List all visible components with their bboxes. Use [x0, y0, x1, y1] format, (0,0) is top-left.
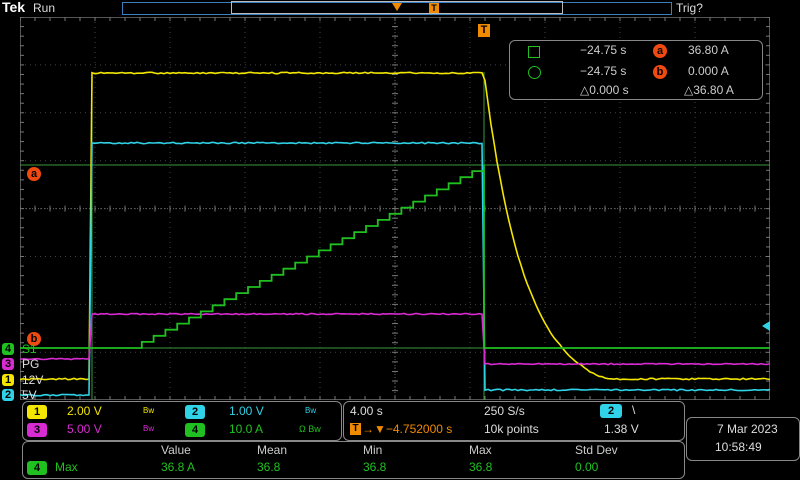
channel-1-label: 12V	[22, 373, 43, 387]
cursor-delta-value: △36.80 A	[684, 83, 734, 97]
cursor-a-readout-badge: a	[653, 44, 667, 58]
cursor-square-icon	[528, 46, 540, 58]
meas-header-stddev: Std Dev	[575, 443, 618, 457]
meas-header-max: Max	[469, 443, 492, 457]
channel-3-badge[interactable]: 3	[27, 423, 47, 437]
trigger-marker-top: T	[429, 3, 439, 13]
meas-min: 36.8	[363, 460, 386, 474]
channel-3-label: PG	[22, 357, 39, 371]
meas-source-badge: 4	[27, 461, 47, 475]
measurement-table[interactable]: Value Mean Min Max Std Dev 4 Max 36.8 A …	[22, 441, 685, 479]
meas-header-value: Value	[161, 443, 191, 457]
channel-3-bw: Bw	[143, 424, 154, 433]
meas-type: Max	[55, 460, 78, 474]
trigger-slope-icon: \	[632, 403, 635, 417]
cursor-b-value: 0.000 A	[688, 64, 729, 78]
channel-2-label: 5V	[22, 388, 37, 402]
brand-logo: Tek	[2, 0, 25, 15]
cursor-a-badge[interactable]: a	[27, 167, 41, 181]
horizontal-delay: →▼−4.752000 s	[362, 422, 452, 436]
channel-4-label: S1	[22, 342, 37, 356]
channel-1-ground-marker[interactable]: 1	[2, 374, 14, 386]
channel-2-ground-marker[interactable]: 2	[2, 389, 14, 401]
time: 10:58:49	[715, 440, 762, 454]
channel-1-badge[interactable]: 1	[27, 405, 47, 419]
trigger-level: 1.38 V	[604, 422, 639, 436]
delay-trigger-icon: T	[350, 423, 361, 435]
channel-4-ground-marker[interactable]: 4	[2, 343, 14, 355]
datetime-panel: 7 Mar 2023 10:58:49	[686, 417, 800, 461]
meas-stddev: 0.00	[575, 460, 598, 474]
channel-4-badge[interactable]: 4	[185, 423, 205, 437]
meas-mean: 36.8	[257, 460, 280, 474]
cursor-2-time: −24.75 s	[580, 64, 626, 78]
meas-header-min: Min	[363, 443, 382, 457]
trigger-time-marker[interactable]: T	[478, 24, 490, 37]
acquisition-status: Run	[33, 1, 55, 15]
channel-1-scale: 2.00 V	[67, 404, 102, 418]
top-status-bar: Tek Run T Trig?	[0, 0, 800, 16]
meas-max: 36.8	[469, 460, 492, 474]
cursor-1-time: −24.75 s	[580, 43, 626, 57]
trigger-position-icon	[390, 2, 404, 13]
time-per-division: 4.00 s	[350, 404, 383, 418]
record-length: 10k points	[484, 422, 539, 436]
trigger-level-arrow-icon[interactable]	[760, 320, 772, 332]
vertical-settings-panel[interactable]: 1 2.00 V Bw 2 1.00 V Bw 3 5.00 V Bw 4 10…	[22, 401, 342, 441]
cursor-readout-panel[interactable]: −24.75 s a 36.80 A −24.75 s b 0.000 A △0…	[509, 40, 763, 100]
sample-rate: 250 S/s	[484, 404, 525, 418]
cursor-delta-time: △0.000 s	[580, 83, 629, 97]
trigger-source-badge[interactable]: 2	[600, 404, 622, 418]
trigger-status: Trig?	[676, 1, 703, 15]
channel-2-badge[interactable]: 2	[185, 405, 205, 419]
channel-2-bw: Bw	[305, 406, 316, 415]
channel-2-scale: 1.00 V	[229, 404, 264, 418]
channel-4-bw: Ω Bw	[299, 424, 321, 434]
channel-3-scale: 5.00 V	[67, 422, 102, 436]
horizontal-trigger-panel[interactable]: 4.00 s 250 S/s 2 \ T →▼−4.752000 s 10k p…	[343, 401, 685, 441]
cursor-b-readout-badge: b	[653, 65, 667, 79]
channel-1-bw: Bw	[143, 406, 154, 415]
meas-header-mean: Mean	[257, 443, 287, 457]
date: 7 Mar 2023	[717, 422, 778, 436]
cursor-circle-icon	[528, 66, 541, 79]
channel-3-ground-marker[interactable]: 3	[2, 358, 14, 370]
table-row[interactable]: 4 Max 36.8 A 36.8 36.8 36.8 0.00	[23, 459, 684, 477]
cursor-a-value: 36.80 A	[688, 43, 729, 57]
meas-value: 36.8 A	[161, 460, 195, 474]
channel-4-scale: 10.0 A	[229, 422, 263, 436]
